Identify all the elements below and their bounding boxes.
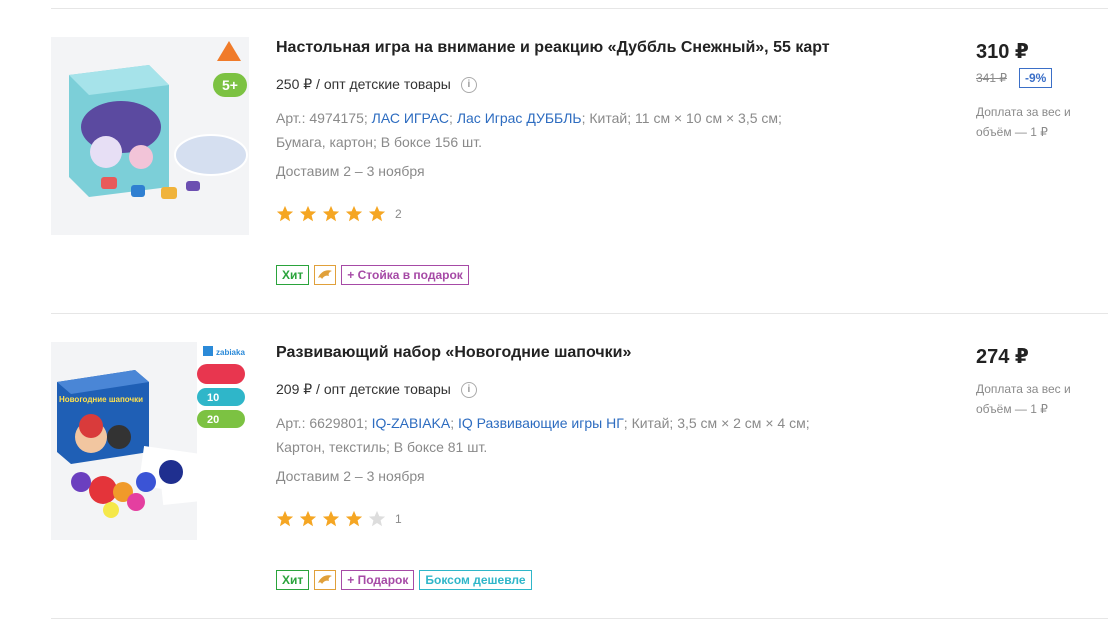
stat-number: 10	[207, 392, 219, 404]
product-specs: Арт.: 6629801; IQ-ZABIAKA; IQ Развивающи…	[276, 411, 836, 459]
gift-badge: + Стойка в подарок	[341, 265, 469, 285]
hit-badge: Хит	[276, 570, 310, 590]
star-icon	[345, 205, 363, 222]
country: Китай;	[589, 110, 632, 126]
star-icon	[299, 510, 317, 527]
wholesale-price: 209 ₽ / опт детские товары i	[276, 381, 477, 398]
product-divider	[51, 313, 1108, 314]
discount-badge: -9%	[1019, 68, 1053, 88]
rating-stars[interactable]: 1	[276, 510, 402, 528]
product-title[interactable]: Настольная игра на внимание и реакцию «Д…	[276, 39, 830, 57]
series-link[interactable]: IQ Развивающие игры НГ	[458, 415, 624, 431]
product-tags: Хит + Стойка в подарок	[276, 265, 469, 285]
wholesale-text: 209 ₽ / опт детские товары	[276, 381, 451, 397]
brand-link[interactable]: ЛАС ИГРАС	[372, 110, 449, 126]
brand-link[interactable]: IQ-ZABIAKA	[372, 415, 451, 431]
wholesale-price: 250 ₽ / опт детские товары i	[276, 76, 477, 93]
material: Картон, текстиль;	[276, 439, 390, 455]
age-badge: 5+	[222, 77, 238, 93]
info-icon[interactable]: i	[460, 381, 477, 398]
delivery-info: Доставим 2 – 3 ноября	[276, 163, 425, 179]
star-empty-icon	[368, 510, 386, 527]
old-price-row: 341 ₽ -9%	[976, 68, 1053, 88]
star-icon	[276, 205, 294, 222]
dolphin-icon	[314, 265, 337, 285]
separator: ;	[623, 415, 628, 431]
old-price: 341 ₽	[976, 71, 1007, 85]
box-cheaper-badge: Боксом дешевле	[419, 570, 532, 590]
series-link[interactable]: Лас Играс ДУББЛЬ	[457, 110, 582, 126]
reviews-count[interactable]: 2	[395, 207, 402, 221]
country: Китай;	[631, 415, 674, 431]
bottom-divider	[51, 618, 1108, 619]
surcharge-note: Доплата за вес и объём — 1 ₽	[976, 382, 1071, 416]
surcharge-note: Доплата за вес и объём — 1 ₽	[976, 105, 1071, 139]
separator: ;	[450, 415, 455, 431]
dimensions: 11 см × 10 см × 3,5 см;	[635, 110, 782, 126]
star-icon	[322, 205, 340, 222]
product-image[interactable]: Новогодние шапочки zabiaka 10 20	[51, 342, 249, 540]
price: 310 ₽	[976, 41, 1029, 63]
box-title: Новогодние шапочки	[59, 395, 143, 404]
wholesale-text: 250 ₽ / опт детские товары	[276, 76, 451, 92]
article-number: Арт.: 6629801;	[276, 415, 368, 431]
top-divider	[51, 8, 1108, 9]
rating-stars[interactable]: 2	[276, 205, 402, 223]
brand-logo: zabiaka	[216, 348, 245, 357]
star-icon	[368, 205, 386, 222]
delivery-info: Доставим 2 – 3 ноября	[276, 468, 425, 484]
separator: ;	[581, 110, 586, 126]
product-card: Новогодние шапочки zabiaka 10 20 Развива…	[0, 342, 1108, 642]
product-tags: Хит + Подарок Боксом дешевле	[276, 570, 532, 590]
hit-badge: Хит	[276, 265, 310, 285]
product-image[interactable]: 5+	[51, 37, 249, 235]
box-quantity: В боксе 81 шт.	[393, 439, 488, 455]
dimensions: 3,5 см × 2 см × 4 см;	[677, 415, 810, 431]
article-number: Арт.: 4974175;	[276, 110, 368, 126]
dolphin-icon	[314, 570, 337, 590]
star-icon	[276, 510, 294, 527]
separator: ;	[449, 110, 453, 126]
star-icon	[345, 510, 363, 527]
box-quantity: В боксе 156 шт.	[380, 134, 482, 150]
star-icon	[299, 205, 317, 222]
price: 274 ₽	[976, 346, 1029, 368]
info-icon[interactable]: i	[460, 76, 477, 93]
material: Бумага, картон;	[276, 134, 377, 150]
reviews-count[interactable]: 1	[395, 512, 402, 526]
product-card: 5+ Настольная игра на внимание и реакцию…	[0, 37, 1108, 337]
product-specs: Арт.: 4974175; ЛАС ИГРАС; Лас Играс ДУББ…	[276, 106, 836, 154]
product-title[interactable]: Развивающий набор «Новогодние шапочки»	[276, 344, 631, 362]
stat-number: 20	[207, 414, 219, 426]
gift-badge: + Подарок	[341, 570, 415, 590]
star-icon	[322, 510, 340, 527]
